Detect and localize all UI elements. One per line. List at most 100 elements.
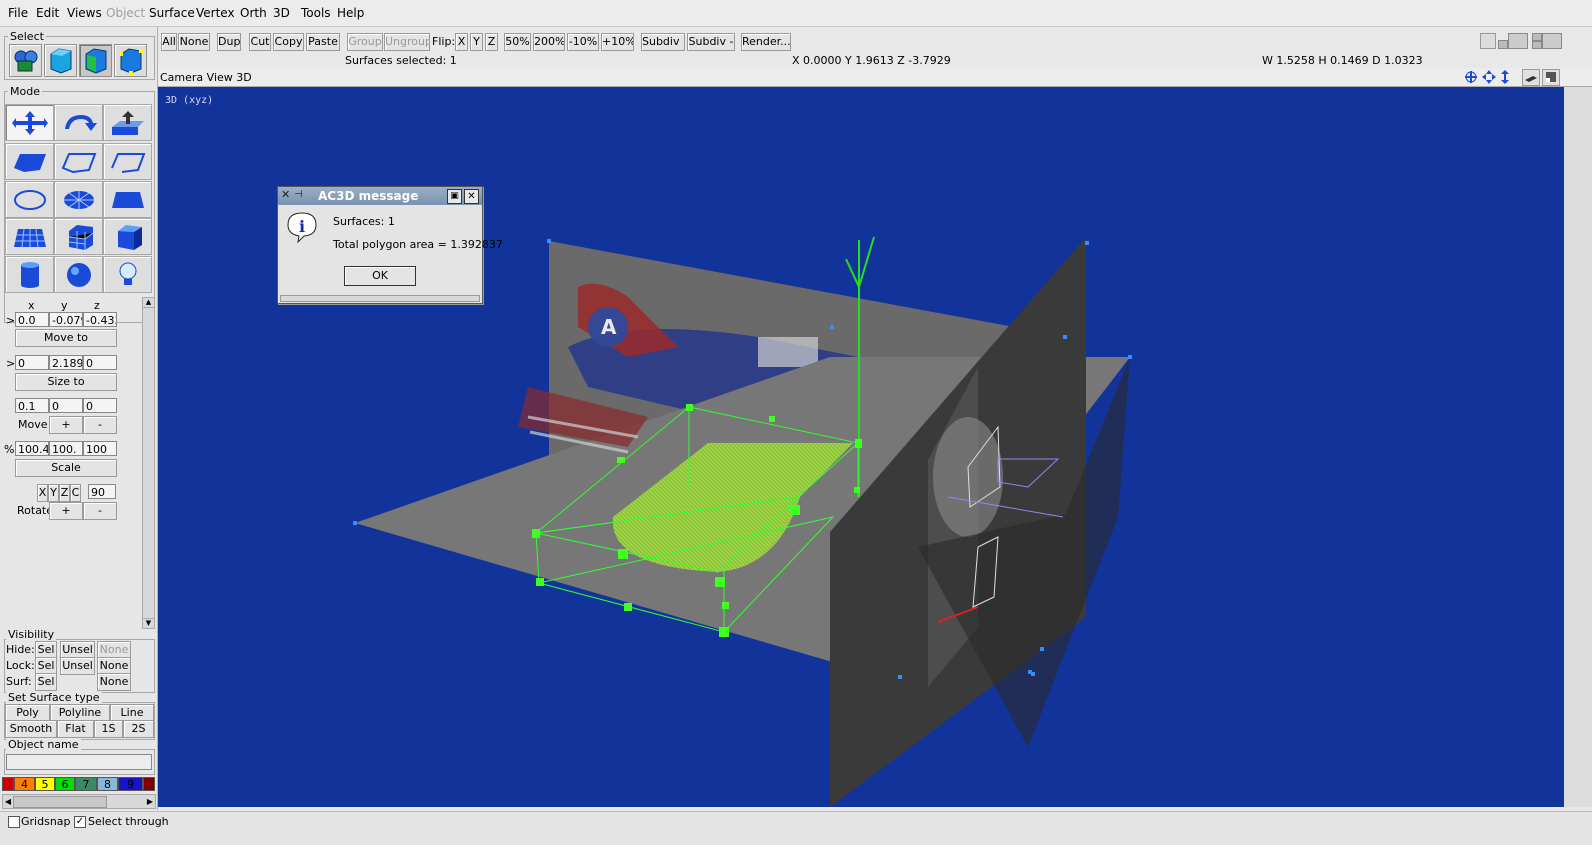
select-vertices-button[interactable]: [114, 44, 147, 77]
move-minus-button[interactable]: -: [83, 416, 117, 434]
dialog-ok-button[interactable]: OK: [344, 266, 416, 286]
scale-x-field[interactable]: 100.4: [15, 441, 49, 456]
move-x-field[interactable]: 0.1: [15, 398, 49, 413]
palette-swatch[interactable]: 4: [14, 777, 35, 791]
select-objects-button[interactable]: [9, 44, 42, 77]
rotate-minus-button[interactable]: -: [83, 502, 117, 520]
palette-swatch[interactable]: [143, 777, 155, 791]
zoom-200-button[interactable]: 200%: [533, 33, 565, 51]
create-grid-button[interactable]: [5, 218, 54, 255]
camera-icon[interactable]: [1522, 69, 1540, 86]
menu-views[interactable]: Views: [67, 6, 102, 20]
menu-help[interactable]: Help: [337, 6, 364, 20]
palette-scrollbar[interactable]: ◀ ▶: [2, 794, 156, 809]
mode-extrude-button[interactable]: [103, 104, 152, 141]
scroll-right-icon[interactable]: ▶: [145, 795, 155, 808]
menu-surface[interactable]: Surface: [149, 6, 195, 20]
menu-vertex[interactable]: Vertex: [196, 6, 235, 20]
size-to-button[interactable]: Size to: [15, 373, 117, 391]
scale-button[interactable]: Scale: [15, 459, 117, 477]
mode-move-button[interactable]: [5, 104, 54, 141]
move-plus-button[interactable]: +: [49, 416, 83, 434]
menu-edit[interactable]: Edit: [36, 6, 59, 20]
pos-z-field[interactable]: -0.433: [83, 312, 117, 327]
size-y-field[interactable]: 2.1891: [49, 355, 83, 370]
pan-view-icon[interactable]: [1482, 70, 1496, 84]
flip-x-button[interactable]: X: [455, 33, 468, 51]
flip-z-button[interactable]: Z: [485, 33, 498, 51]
subdiv-plus-button[interactable]: Subdiv +: [641, 33, 685, 51]
move-to-button[interactable]: Move to: [15, 329, 117, 347]
select-none-button[interactable]: None: [178, 33, 210, 51]
move-z-field[interactable]: 0: [83, 398, 117, 413]
scale-y-field[interactable]: 100.: [49, 441, 83, 456]
palette-swatch[interactable]: 8: [97, 777, 118, 791]
menu-3d[interactable]: 3D: [273, 6, 290, 20]
group-button[interactable]: Group: [347, 33, 383, 51]
palette-swatch[interactable]: [2, 777, 14, 791]
zoom-view-icon[interactable]: [1500, 70, 1510, 84]
palette-swatch[interactable]: 9: [118, 777, 143, 791]
select-through-checkbox[interactable]: ✓: [74, 816, 86, 828]
zoom-minus10-button[interactable]: -10%: [567, 33, 599, 51]
scale-z-field[interactable]: 100: [83, 441, 117, 456]
create-circle-button[interactable]: [5, 181, 54, 218]
surface-2s-button[interactable]: 2S: [123, 720, 154, 738]
size-arrow[interactable]: >: [6, 357, 15, 370]
gridsnap-checkbox[interactable]: [8, 816, 20, 828]
pos-x-field[interactable]: 0.0: [15, 312, 49, 327]
pos-y-field[interactable]: -0.079: [49, 312, 83, 327]
create-disc-button[interactable]: [54, 181, 103, 218]
menu-tools[interactable]: Tools: [301, 6, 331, 20]
select-surfaces-button[interactable]: [79, 44, 112, 77]
dialog-close-icon[interactable]: ✕: [464, 189, 479, 204]
size-x-field[interactable]: 0: [15, 355, 49, 370]
create-sphere-button[interactable]: [54, 256, 103, 293]
select-groups-button[interactable]: [44, 44, 77, 77]
pos-arrow[interactable]: >: [6, 314, 15, 327]
object-name-input[interactable]: [6, 754, 152, 770]
create-rectangle-button[interactable]: [103, 181, 152, 218]
mode-rotate-button[interactable]: [54, 104, 103, 141]
surface-smooth-button[interactable]: Smooth: [5, 720, 57, 738]
subdiv-minus-button[interactable]: Subdiv -: [687, 33, 735, 51]
create-line-button[interactable]: [54, 143, 103, 180]
copy-button[interactable]: Copy: [273, 33, 304, 51]
surface-1s-button[interactable]: 1S: [94, 720, 123, 738]
left-panel-scrollbar[interactable]: ▲ ▼: [142, 297, 155, 629]
rotate-axis-y-button[interactable]: Y: [48, 484, 59, 502]
move-y-field[interactable]: 0: [49, 398, 83, 413]
rotate-axis-z-button[interactable]: Z: [59, 484, 70, 502]
scroll-up-icon[interactable]: ▲: [143, 298, 154, 308]
dialog-titlebar[interactable]: ✕ ⊣ AC3D message ▣ ✕: [278, 187, 482, 205]
layout-single-icon[interactable]: [1480, 33, 1496, 49]
paste-button[interactable]: Paste: [306, 33, 340, 51]
create-polyline-button[interactable]: [103, 143, 152, 180]
scroll-down-icon[interactable]: ▼: [143, 618, 154, 628]
menu-object[interactable]: Object: [106, 6, 145, 20]
palette-swatch[interactable]: 7: [75, 777, 97, 791]
palette-swatch[interactable]: 5: [35, 777, 55, 791]
rotate-angle-field[interactable]: 90: [88, 484, 116, 499]
dialog-pin-icon[interactable]: ⊣: [294, 189, 306, 201]
select-all-button[interactable]: All: [161, 33, 177, 51]
zoom-50-button[interactable]: 50%: [504, 33, 531, 51]
lock-unsel-button[interactable]: Unsel: [60, 657, 95, 675]
maximize-view-icon[interactable]: [1542, 69, 1560, 86]
ungroup-button[interactable]: Ungroup: [384, 33, 430, 51]
dialog-maximize-icon[interactable]: ▣: [447, 189, 462, 204]
surf-sel-button[interactable]: Sel: [35, 673, 57, 691]
create-light-button[interactable]: [103, 256, 152, 293]
create-polygon-button[interactable]: [5, 143, 54, 180]
dialog-menu-icon[interactable]: ✕: [281, 189, 291, 201]
flip-y-button[interactable]: Y: [470, 33, 483, 51]
scroll-left-icon[interactable]: ◀: [3, 795, 13, 808]
create-cylinder-button[interactable]: [5, 256, 54, 293]
rotate-axis-x-button[interactable]: X: [37, 484, 48, 502]
palette-swatch[interactable]: 6: [55, 777, 75, 791]
palette-scroll-thumb[interactable]: [13, 796, 107, 808]
surf-none-button[interactable]: None: [97, 673, 131, 691]
rotate-view-icon[interactable]: [1464, 70, 1478, 84]
surface-flat-button[interactable]: Flat: [57, 720, 94, 738]
create-box-grid-button[interactable]: [54, 218, 103, 255]
